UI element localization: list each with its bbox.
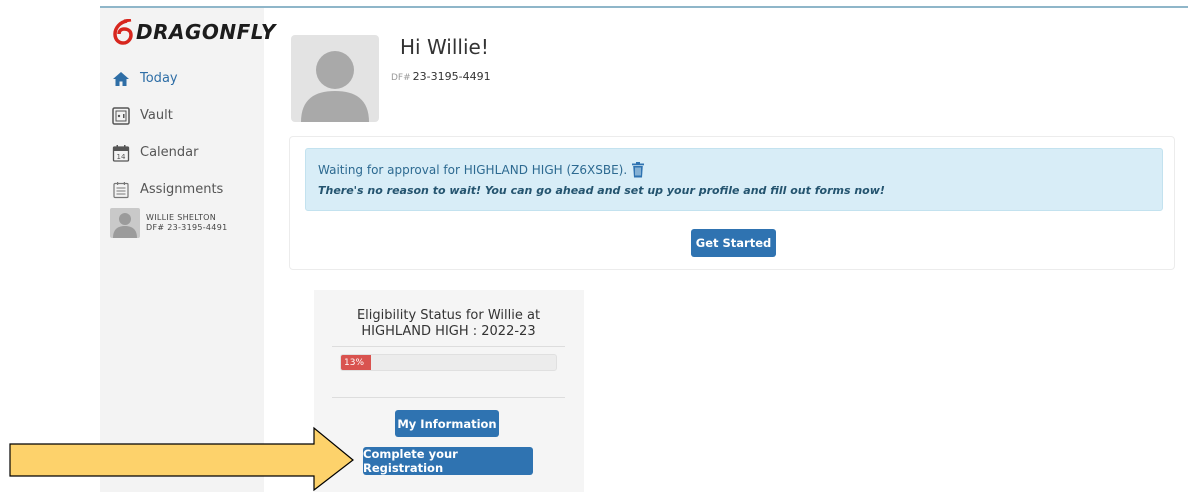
divider (332, 397, 565, 398)
progress-fill: 13% (341, 355, 371, 370)
sidebar-user-name: WILLIE SHELTON (146, 213, 217, 222)
dragonfly-logo[interactable]: DRAGONFLY (112, 16, 276, 48)
approval-alert: Waiting for approval for HIGHLAND HIGH (… (305, 148, 1163, 211)
sidebar-item-today[interactable]: Today (110, 60, 260, 97)
sidebar-user-info: WILLIE SHELTON DF# 23-3195-4491 (146, 213, 227, 233)
eligibility-progress-bar: 13% (340, 354, 557, 371)
alert-subtext: There's no reason to wait! You can go ah… (318, 184, 885, 197)
greeting: Hi Willie! (400, 35, 489, 59)
get-started-button[interactable]: Get Started (691, 229, 776, 257)
sidebar-user[interactable]: WILLIE SHELTON DF# 23-3195-4491 (110, 208, 227, 238)
annotation-arrow-icon (9, 426, 354, 492)
sidebar-item-calendar[interactable]: 14 Calendar (110, 134, 260, 171)
eligibility-title: Eligibility Status for Willie at HIGHLAN… (356, 308, 541, 339)
sidebar-item-label: Calendar (140, 145, 199, 160)
sidebar-item-assignments[interactable]: Assignments (110, 171, 260, 208)
my-information-button[interactable]: My Information (395, 410, 499, 437)
dragonfly-logo-icon (113, 19, 133, 45)
trash-icon[interactable] (631, 162, 645, 178)
sidebar-item-label: Assignments (140, 182, 224, 197)
vault-icon (110, 105, 132, 127)
sidebar-nav: Today Vault 14 Calendar Assignments (110, 60, 260, 208)
svg-text:14: 14 (117, 153, 126, 161)
assignments-icon (110, 179, 132, 201)
df-number-value: 23-3195-4491 (412, 70, 491, 83)
home-icon (110, 68, 132, 90)
divider (332, 346, 565, 347)
alert-message: Waiting for approval for HIGHLAND HIGH (… (318, 163, 628, 177)
sidebar-item-label: Vault (140, 108, 173, 123)
sidebar-item-label: Today (140, 71, 178, 86)
profile-photo[interactable] (291, 35, 379, 122)
complete-registration-button[interactable]: Complete your Registration (363, 447, 533, 475)
sidebar-item-vault[interactable]: Vault (110, 97, 260, 134)
df-number: DF# 23-3195-4491 (391, 70, 491, 83)
calendar-icon: 14 (110, 142, 132, 164)
sidebar: DRAGONFLY Today Vault 14 Calendar Assign… (100, 8, 275, 492)
logo-text: DRAGONFLY (136, 20, 276, 44)
df-prefix: DF# (391, 73, 411, 83)
sidebar-user-df-number: DF# 23-3195-4491 (146, 223, 228, 232)
avatar (110, 208, 140, 238)
progress-label: 13% (344, 357, 365, 368)
